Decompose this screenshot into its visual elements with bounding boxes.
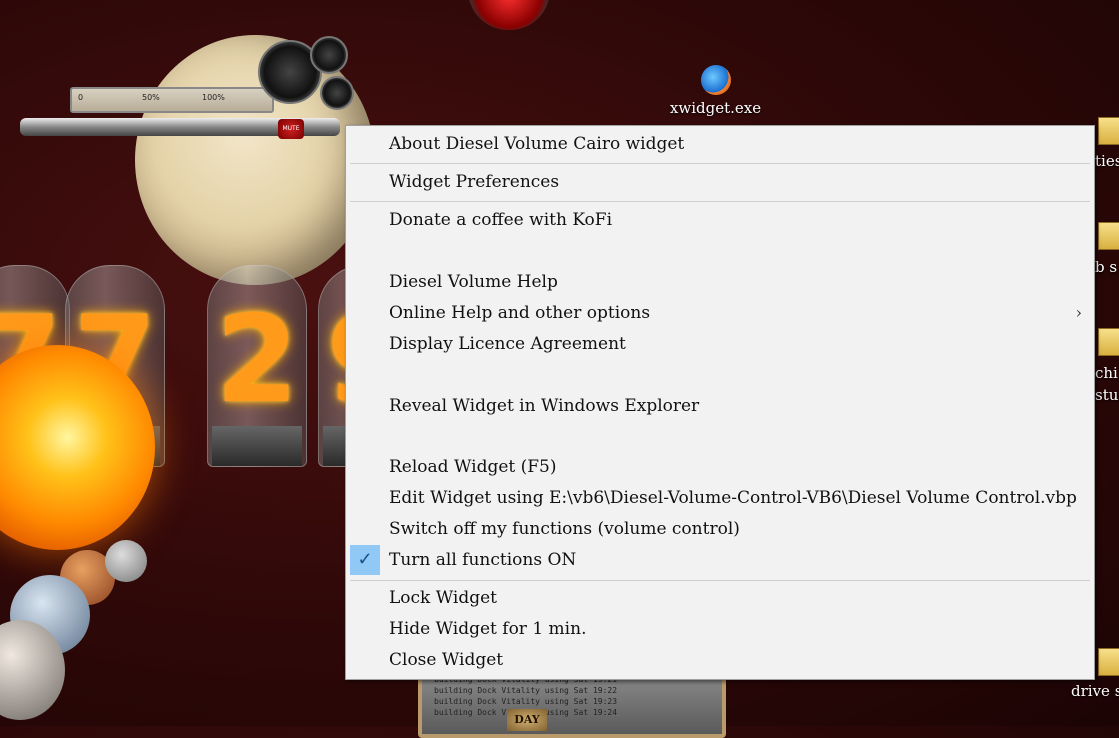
menu-item-label: Online Help and other options [389, 303, 651, 323]
mute-button[interactable]: MUTE [278, 119, 304, 139]
menu-item-label: Edit Widget using E:\vb6\Diesel-Volume-C… [389, 488, 1077, 508]
chevron-right-icon: › [1075, 303, 1082, 322]
menu-item-reload[interactable]: Reload Widget (F5) [346, 452, 1094, 482]
desktop-icon-label: drive s [1071, 682, 1119, 700]
menu-separator [350, 580, 1090, 581]
menu-item-hide[interactable]: Hide Widget for 1 min. [346, 614, 1094, 644]
day-badge: DAY [507, 709, 547, 731]
menu-item-label: About Diesel Volume Cairo widget [389, 134, 685, 154]
menu-item-preferences[interactable]: Widget Preferences [346, 167, 1094, 197]
terminal-line: building Dock Vitality using Sat 19:24 [434, 708, 618, 717]
menu-item-close[interactable]: Close Widget [346, 645, 1094, 675]
menu-item-label: Turn all functions ON [389, 550, 577, 570]
menu-item-help[interactable]: Diesel Volume Help [346, 267, 1094, 297]
log-terminal-widget: building Dock Vitality using Sat 19:21 b… [418, 670, 726, 738]
menu-item-donate[interactable]: Donate a coffee with KoFi [346, 205, 1094, 235]
menu-item-label: Lock Widget [389, 588, 498, 608]
planet-moon-small [105, 540, 147, 582]
menu-item-switch-off[interactable]: Switch off my functions (volume control) [346, 514, 1094, 544]
menu-item-licence[interactable]: Display Licence Agreement [346, 329, 1094, 359]
xwidget-app-icon [700, 65, 731, 95]
menu-separator [350, 201, 1090, 202]
gauge-tick-50: 50% [142, 93, 160, 102]
folder-icon[interactable] [1098, 648, 1119, 676]
speaker-small-icon [310, 36, 348, 74]
terminal-line: building Dock Vitality using Sat 19:22 [434, 686, 618, 695]
nixie-base [212, 426, 302, 466]
terminal-line: building Dock Vitality using Sat 19:23 [434, 697, 618, 706]
speaker-tiny-icon [320, 76, 354, 110]
checkmark-icon: ✓ [350, 545, 380, 575]
menu-item-reveal[interactable]: Reveal Widget in Windows Explorer [346, 391, 1094, 421]
widget-context-menu: About Diesel Volume Cairo widget Widget … [345, 125, 1095, 680]
menu-item-edit[interactable]: Edit Widget using E:\vb6\Diesel-Volume-C… [346, 483, 1094, 513]
desktop-shortcut-xwidget[interactable]: xwidget.exe [668, 65, 763, 117]
red-knob-ornament [468, 0, 550, 30]
volume-gauge[interactable]: 0 50% 100% [70, 87, 274, 113]
menu-separator [350, 163, 1090, 164]
menu-item-lock[interactable]: Lock Widget [346, 583, 1094, 613]
diesel-volume-widget[interactable]: 0 50% 100% MUTE [20, 36, 354, 190]
nixie-digit: 2 [215, 291, 299, 430]
desktop-icon-label: chi [1095, 364, 1118, 382]
menu-item-label: Donate a coffee with KoFi [389, 210, 613, 230]
desktop-icon-label: b s [1095, 258, 1118, 276]
menu-item-label: Reveal Widget in Windows Explorer [389, 396, 700, 416]
menu-item-turn-on[interactable]: ✓ Turn all functions ON [346, 545, 1094, 575]
menu-item-online-help[interactable]: Online Help and other options › [346, 298, 1094, 328]
shortcut-label: xwidget.exe [669, 99, 762, 117]
gauge-tick-100: 100% [202, 93, 225, 102]
menu-item-label: Reload Widget (F5) [389, 457, 557, 477]
folder-icon[interactable] [1098, 117, 1119, 145]
menu-item-label: Diesel Volume Help [389, 272, 558, 292]
nixie-tube: 2 [207, 265, 307, 467]
folder-icon[interactable] [1098, 222, 1119, 250]
gauge-tick-0: 0 [78, 93, 84, 102]
menu-item-about[interactable]: About Diesel Volume Cairo widget [346, 129, 1094, 159]
desktop-icon-label: ties [1095, 152, 1119, 170]
menu-item-label: Widget Preferences [389, 172, 560, 192]
menu-item-label: Switch off my functions (volume control) [389, 519, 740, 539]
desktop-icon-label: stuf [1095, 386, 1119, 404]
menu-item-label: Display Licence Agreement [389, 334, 626, 354]
folder-icon[interactable] [1098, 328, 1119, 356]
menu-item-label: Hide Widget for 1 min. [389, 619, 587, 639]
menu-item-label: Close Widget [389, 650, 504, 670]
